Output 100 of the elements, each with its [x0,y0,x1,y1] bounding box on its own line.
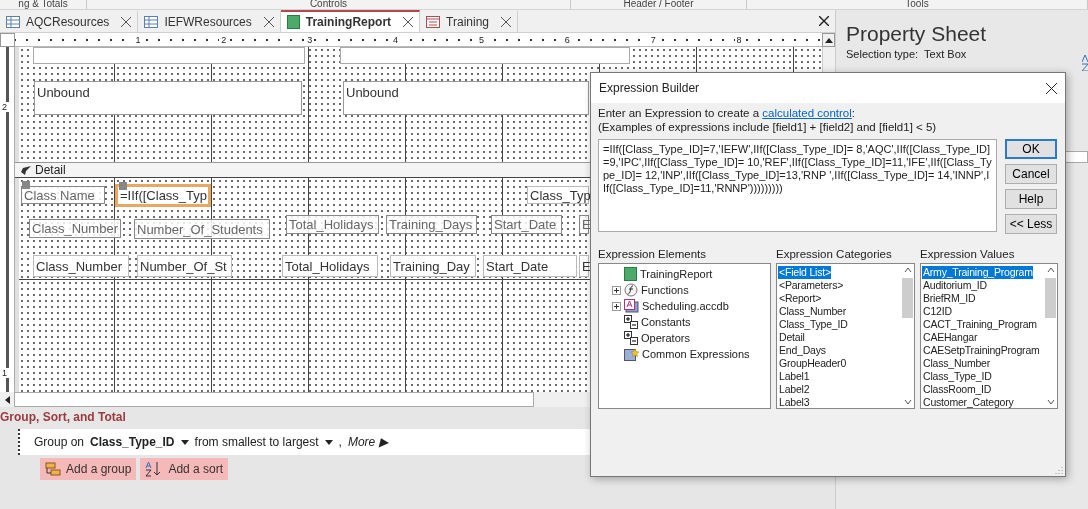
dialog-button[interactable]: Help [1005,189,1057,209]
document-tab[interactable]: TrainingReport [280,10,421,32]
group-icon [45,462,61,476]
operator-icon [624,315,638,329]
scroll-thumb[interactable] [1045,278,1056,318]
operator-icon [624,331,638,345]
list-item[interactable]: Label1 [778,370,810,383]
tree-item[interactable]: Constants [600,314,769,330]
list-item[interactable]: Label3 [778,396,810,408]
report-textbox[interactable]: Class_Number [33,255,129,277]
list-item[interactable]: <Field List> [778,266,831,279]
list-item[interactable]: Auditorium_ID [922,279,987,292]
table-icon [144,16,159,28]
close-icon[interactable] [121,17,132,27]
section-title: Detail [35,163,66,177]
list-item[interactable]: Label2 [778,383,810,396]
list-item[interactable]: CACT_Training_Program [922,318,1037,331]
list-item[interactable]: Customer_Category [922,396,1014,408]
form-icon [426,16,441,28]
report-textbox[interactable]: Class_Typ [527,186,589,204]
expand-icon[interactable] [612,301,621,311]
report-label[interactable]: Class Name [21,186,105,204]
order-dropdown[interactable]: from smallest to largest [194,435,319,449]
calculated-control-link[interactable]: calculated control [762,107,852,119]
arrow-left-icon [4,395,10,404]
report-textbox[interactable]: Start_Date [483,255,577,277]
expressions-icon [624,347,639,361]
scroll-up-button[interactable] [822,33,835,47]
resize-grip[interactable] [1053,464,1063,474]
close-icon[interactable] [263,17,274,27]
report-textbox[interactable]: =IIf([Class_Typ [115,184,211,207]
arrow-up-icon [824,37,833,43]
list-item[interactable]: Class_Type_ID [922,370,992,383]
list-item[interactable]: GroupHeader0 [778,357,847,370]
panel-title: Group, Sort, and Total [0,409,127,426]
tree-item[interactable]: Operators [600,330,769,346]
ribbon-group-label: Controls [87,0,571,9]
field-dropdown[interactable]: Class_Type_ID [90,435,175,449]
close-icon[interactable] [501,17,511,27]
dialog-button[interactable]: OK [1005,139,1057,159]
report-label[interactable]: Number_Of_Students [134,219,270,239]
list-item[interactable]: Class_Number [922,357,991,370]
tree-item[interactable]: Scheduling.accdb [600,298,769,314]
unbound-textbox[interactable]: Unbound [34,81,302,115]
more-link[interactable]: More ▶ [347,435,388,449]
report-textbox[interactable]: Total_Holidays [282,255,378,277]
add-group-button[interactable]: Add a group [40,458,137,480]
report-label[interactable]: Class_Number [29,219,121,238]
separator: , [338,435,342,449]
list-item[interactable]: C12ID [922,305,952,318]
report-textbox[interactable]: Training_Day [390,255,476,277]
scrollbar[interactable] [14,392,534,407]
close-icon[interactable] [819,16,829,26]
close-icon[interactable] [1046,82,1057,94]
list-item[interactable]: <Report> [778,292,822,305]
expand-icon[interactable] [612,285,621,295]
move-handle[interactable] [119,182,127,190]
close-icon[interactable] [403,17,414,27]
report-label[interactable]: Total_Holidays [286,215,379,234]
ribbon-group-label: Header / Footer [571,0,747,9]
list-item[interactable]: Detail [778,331,805,344]
list-item[interactable]: Army_Training_Program [922,266,1033,279]
list-item[interactable]: End_Days [778,344,826,357]
move-handle[interactable] [22,181,30,189]
report-label[interactable]: Training_Days [386,215,477,234]
values-list[interactable]: Army_Training_Program Auditorium_ID BriefRM_ID C12ID CACT_Training_Program CAEHangar CAESetpTrainingProgram Class_Number Class_Type_ID ClassRoom_ID Customer_Category [920,263,1058,409]
tree-item[interactable]: TrainingReport [600,266,769,282]
report-label[interactable]: Start_Date [491,215,562,234]
tree-item[interactable]: Common Expressions [600,346,769,362]
list-title: Expression Categories [776,248,893,260]
list-item[interactable]: Class_Type_ID [778,318,848,331]
list-item[interactable]: ClassRoom_ID [922,383,992,396]
caret-icon[interactable] [324,439,333,445]
dialog-button[interactable]: << Less [1005,214,1057,234]
ruler-number: 5 [476,34,486,45]
elements-tree[interactable]: TrainingReport Functions Scheduling.accdb Constants Operators Common Expressions [598,263,771,409]
list-item[interactable]: CAEHangar [922,331,978,344]
sort-icon[interactable] [1082,55,1088,71]
ribbon-group-label: Tools [747,0,1088,9]
list-item[interactable]: BriefRM_ID [922,292,976,305]
unbound-textbox[interactable]: Unbound [343,81,589,115]
add-sort-button[interactable]: Add a sort [140,458,229,480]
list-item[interactable]: CAESetpTrainingProgram [922,344,1040,357]
table-icon [6,16,20,28]
ruler-corner[interactable] [0,33,15,47]
categories-list[interactable]: <Field List> <Parameters> <Report> Class_Number Class_Type_ID Detail End_Days GroupHeader0 Label1 Label2 Label3 [776,263,915,409]
dialog-title: Expression Builder [599,81,700,95]
examples-text: (Examples of expressions include [field1] + [field2] and [field1] < 5) [598,121,938,133]
list-item[interactable]: Class_Number [778,305,847,318]
ruler-number: 1 [133,34,143,45]
caret-icon[interactable] [180,439,189,445]
ruler-number: 3 [305,34,315,45]
list-item[interactable]: <Parameters> [778,279,844,292]
instruction-text: Enter an Expression to create a calculated control: [598,107,856,119]
tree-item[interactable]: Functions [600,282,769,298]
expression-field[interactable]: =IIf([Class_Type_ID]=7,'IEFW',IIf([Class_Type_ID]= 8,'AQC',IIf([Class_Type_ID]=9,'IPC',IIf([Class_Type_ID]= 10,'REF',IIf([Class_Type_ID]=11,'IFE',IIf([Class_Type_ID]= 12,'INP',IIf([Class_Type_ID]=13,'RNP ',IIf([Class_Type_ID]= 14,'INNP',IIf([Class_Type_ID]=11,'RNNP'))))))))) [598,139,997,232]
scroll-thumb[interactable] [902,278,913,318]
report-textbox[interactable]: E [579,255,589,277]
report-textbox[interactable]: Number_Of_St [137,255,232,277]
dialog-button[interactable]: Cancel [1005,164,1057,184]
